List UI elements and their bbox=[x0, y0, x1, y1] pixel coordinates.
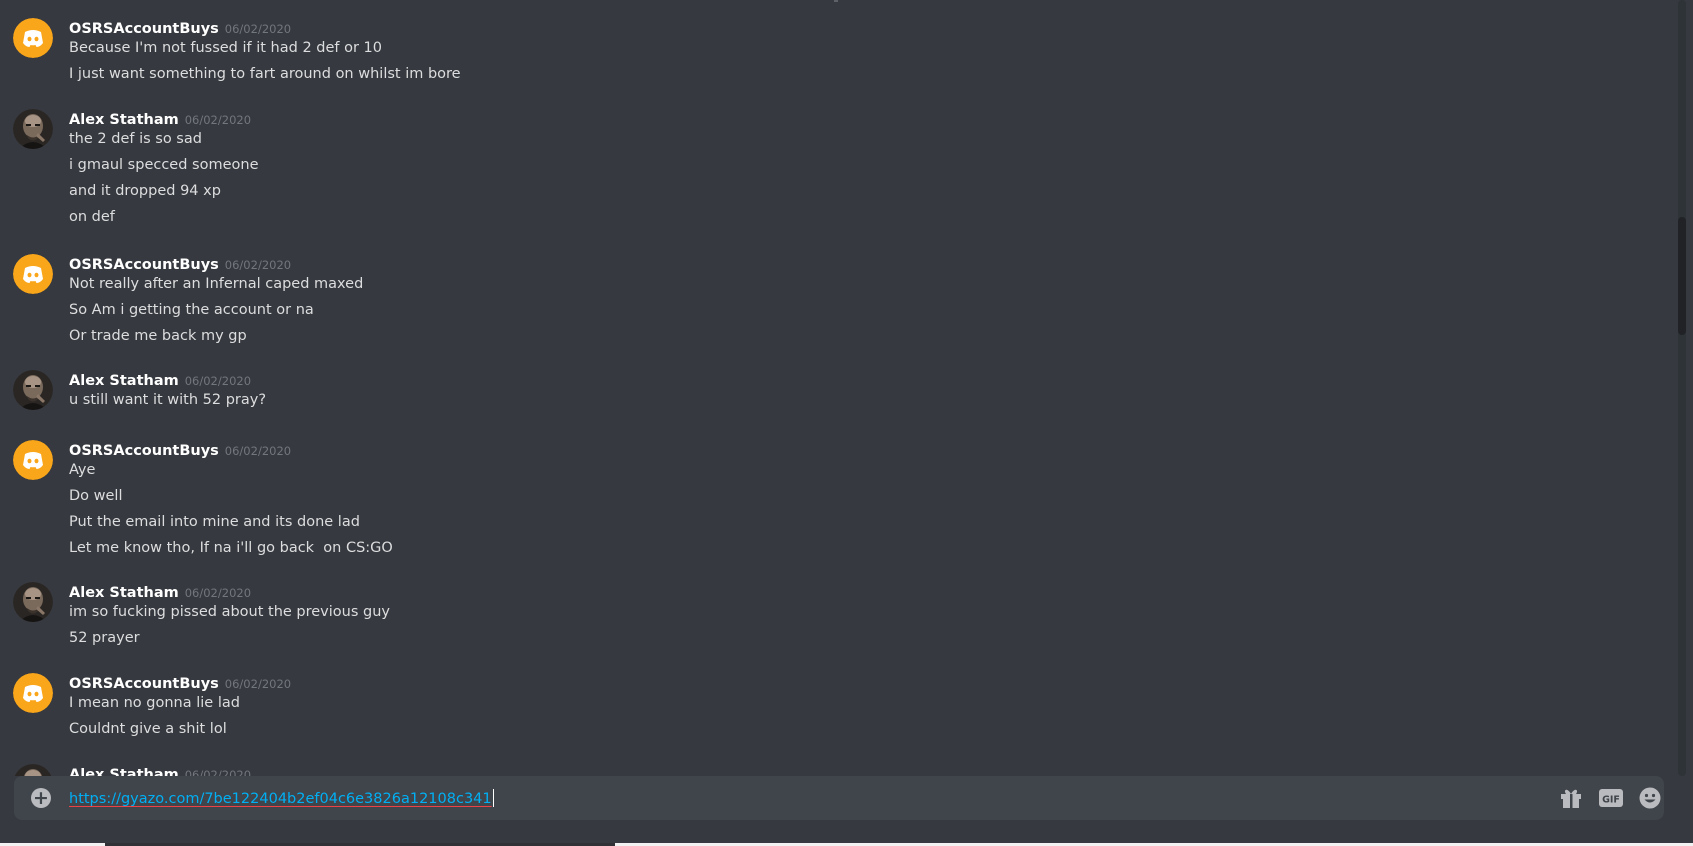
message-text: I just want something to fart around on … bbox=[69, 66, 461, 82]
author-name[interactable]: Alex Statham bbox=[69, 112, 179, 128]
message-group: OSRSAccountBuys 06/02/2020 Not really afte… bbox=[0, 254, 1660, 354]
discord-logo-avatar[interactable] bbox=[13, 254, 53, 294]
message-header: Alex Statham 06/02/2020 bbox=[69, 764, 251, 776]
message-timestamp: 06/02/2020 bbox=[224, 22, 292, 36]
message-text: im so fucking pissed about the previous … bbox=[69, 604, 390, 620]
author-name[interactable]: Alex Statham bbox=[69, 767, 179, 776]
message-text: I mean no gonna lie lad bbox=[69, 695, 240, 711]
message-text: Couldnt give a shit lol bbox=[69, 721, 227, 737]
message-timestamp: 06/02/2020 bbox=[184, 374, 252, 388]
discord-logo-avatar[interactable] bbox=[13, 673, 53, 713]
message-timestamp: 06/02/2020 bbox=[224, 258, 292, 272]
message-text: i gmaul specced someone bbox=[69, 157, 259, 173]
author-name[interactable]: Alex Statham bbox=[69, 585, 179, 601]
svg-text:GIF: GIF bbox=[1602, 795, 1620, 806]
message-group: OSRSAccountBuys 06/02/2020 Aye Do well Put t… bbox=[0, 440, 1660, 566]
emoji-icon[interactable] bbox=[1637, 786, 1663, 810]
message-group: Alex Statham 06/02/2020 the 2 def is so sa… bbox=[0, 109, 1660, 235]
message-group: OSRSAccountBuys 06/02/2020 I mean no gonna… bbox=[0, 673, 1660, 747]
message-timestamp: 06/02/2020 bbox=[184, 586, 252, 600]
message-text: on def bbox=[69, 209, 115, 225]
message-text: 52 prayer bbox=[69, 630, 140, 646]
author-name[interactable]: Alex Statham bbox=[69, 373, 179, 389]
text-caret bbox=[492, 789, 494, 807]
message-header: OSRSAccountBuys 06/02/2020 bbox=[69, 18, 291, 38]
message-timestamp: 06/02/2020 bbox=[224, 677, 292, 691]
author-name[interactable]: OSRSAccountBuys bbox=[69, 21, 219, 37]
message-text: Aye bbox=[69, 462, 96, 478]
gift-icon[interactable] bbox=[1558, 786, 1584, 810]
message-timestamp: 06/02/2020 bbox=[184, 768, 252, 776]
message-header: Alex Statham 06/02/2020 bbox=[69, 370, 251, 390]
message-list[interactable]: OSRSAccountBuys 06/02/2020 Because I'm not… bbox=[0, 0, 1678, 776]
message-text: So Am i getting the account or na bbox=[69, 302, 314, 318]
message-timestamp: 06/02/2020 bbox=[184, 113, 252, 127]
message-header: OSRSAccountBuys 06/02/2020 bbox=[69, 673, 291, 693]
message-text: Let me know tho, If na i'll go back on C… bbox=[69, 540, 393, 556]
user-photo-avatar[interactable] bbox=[13, 370, 53, 410]
message-composer[interactable]: + https://gyazo.com/7be122404b2ef04c6e38… bbox=[14, 776, 1664, 820]
author-name[interactable]: OSRSAccountBuys bbox=[69, 257, 219, 273]
scrollbar-thumb[interactable] bbox=[1678, 217, 1686, 335]
message-group: OSRSAccountBuys 06/02/2020 Because I'm not… bbox=[0, 18, 1660, 92]
discord-logo-avatar[interactable] bbox=[13, 18, 53, 58]
message-text: the 2 def is so sad bbox=[69, 131, 202, 147]
message-header: OSRSAccountBuys 06/02/2020 bbox=[69, 440, 291, 460]
message-header: Alex Statham 06/02/2020 bbox=[69, 109, 251, 129]
message-input[interactable]: https://gyazo.com/7be122404b2ef04c6e3826… bbox=[69, 789, 494, 809]
discord-logo-avatar[interactable] bbox=[13, 440, 53, 480]
scrollbar-track[interactable] bbox=[1678, 0, 1686, 776]
message-text: Because I'm not fussed if it had 2 def o… bbox=[69, 40, 383, 56]
user-photo-avatar[interactable] bbox=[13, 764, 53, 776]
author-name[interactable]: OSRSAccountBuys bbox=[69, 676, 219, 692]
message-text: u still want it with 52 pray? bbox=[69, 392, 267, 408]
message-header: OSRSAccountBuys 06/02/2020 bbox=[69, 254, 291, 274]
message-group: Alex Statham 06/02/2020 im so fucking piss… bbox=[0, 582, 1660, 656]
message-header: Alex Statham 06/02/2020 bbox=[69, 582, 251, 602]
message-text: Or trade me back my gp bbox=[69, 328, 247, 344]
gif-icon[interactable]: GIF bbox=[1597, 786, 1625, 810]
user-photo-avatar[interactable] bbox=[13, 582, 53, 622]
plus-circle-icon[interactable]: + bbox=[31, 788, 51, 808]
message-timestamp: 06/02/2020 bbox=[224, 444, 292, 458]
message-input-text: https://gyazo.com/7be122404b2ef04c6e3826… bbox=[69, 791, 492, 807]
top-scroll-marker bbox=[834, 0, 838, 2]
message-text: Do well bbox=[69, 488, 123, 504]
message-text: and it dropped 94 xp bbox=[69, 183, 221, 199]
message-group: Alex Statham 06/02/2020 bbox=[0, 764, 1660, 776]
message-group: Alex Statham 06/02/2020 u still want it wi… bbox=[0, 370, 1660, 418]
chat-window: OSRSAccountBuys 06/02/2020 Because I'm not… bbox=[0, 0, 1693, 846]
author-name[interactable]: OSRSAccountBuys bbox=[69, 443, 219, 459]
user-photo-avatar[interactable] bbox=[13, 109, 53, 149]
message-text: Put the email into mine and its done lad bbox=[69, 514, 360, 530]
message-text: Not really after an Infernal caped maxed bbox=[69, 276, 364, 292]
